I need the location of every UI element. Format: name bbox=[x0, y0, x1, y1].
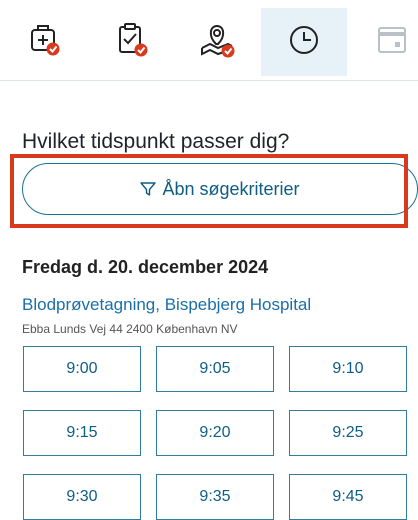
medical-bag-icon bbox=[31, 25, 60, 56]
highlight-box bbox=[10, 154, 408, 228]
page-question: Hvilket tidspunkt passer dig? bbox=[22, 130, 290, 153]
clipboard-check-icon bbox=[119, 23, 148, 57]
time-slot-button[interactable]: 9:45 bbox=[289, 474, 407, 520]
time-slot-button[interactable]: 9:10 bbox=[289, 346, 407, 392]
step-location[interactable] bbox=[174, 8, 260, 76]
time-slot-button[interactable]: 9:30 bbox=[23, 474, 141, 520]
step-time[interactable] bbox=[261, 8, 347, 76]
step-details[interactable] bbox=[87, 8, 173, 76]
time-slot-button[interactable]: 9:25 bbox=[289, 410, 407, 456]
step-service[interactable] bbox=[0, 8, 86, 76]
location-pin-icon bbox=[201, 24, 235, 58]
main-content: Hvilket tidspunkt passer dig? Åbn søgekr… bbox=[0, 81, 418, 520]
calendar-icon bbox=[378, 27, 406, 53]
time-slot-button[interactable]: 9:05 bbox=[156, 346, 274, 392]
time-slot-button[interactable]: 9:00 bbox=[23, 346, 141, 392]
time-slot-button[interactable]: 9:35 bbox=[156, 474, 274, 520]
date-heading: Fredag d. 20. december 2024 bbox=[22, 257, 269, 277]
progress-steps bbox=[0, 0, 418, 81]
location-address: Ebba Lunds Vej 44 2400 København NV bbox=[22, 322, 238, 336]
step-confirm[interactable] bbox=[348, 8, 418, 76]
location-name[interactable]: Blodprøvetagning, Bispebjerg Hospital bbox=[22, 295, 311, 315]
clock-icon bbox=[290, 26, 318, 54]
time-slot-button[interactable]: 9:20 bbox=[156, 410, 274, 456]
time-slot-button[interactable]: 9:15 bbox=[23, 410, 141, 456]
